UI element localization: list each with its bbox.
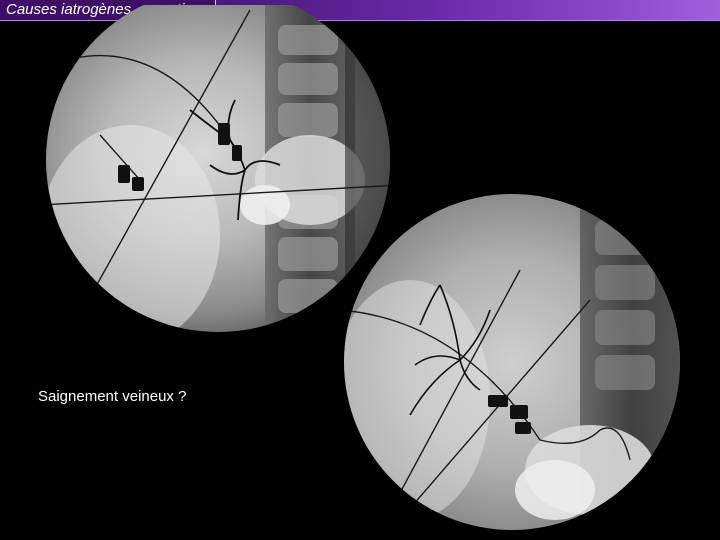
fluoroscopy-image-2 — [344, 194, 680, 530]
slide-caption: Saignement veineux ? — [38, 388, 187, 405]
slide: Causes iatrogènes - ponctions Saignement… — [0, 0, 720, 540]
